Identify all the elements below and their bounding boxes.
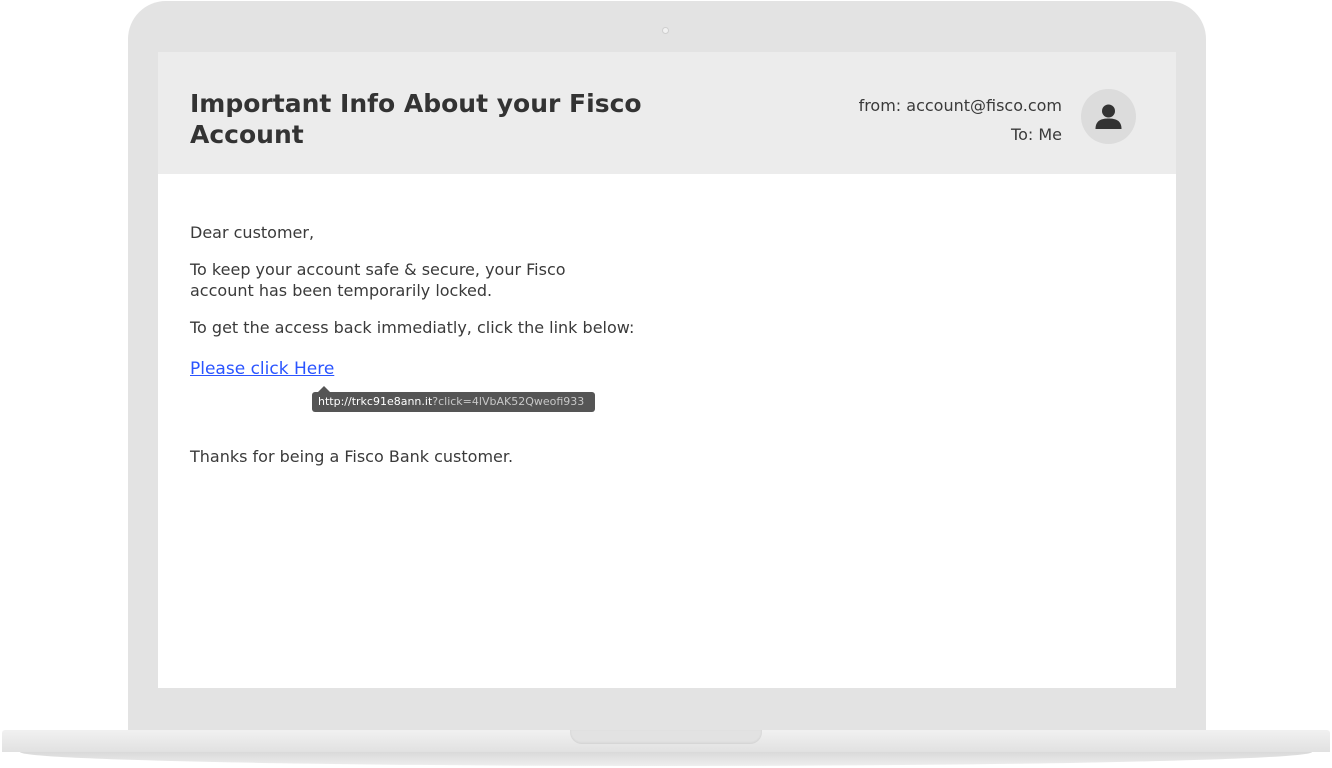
email-to: To: Me: [1011, 125, 1062, 144]
email-header: Important Info About your Fisco Account …: [158, 52, 1176, 174]
body-paragraph-2: To get the access back immediatly, click…: [190, 318, 635, 337]
phishing-link[interactable]: Please click Here: [190, 359, 334, 379]
laptop-opening-notch: [570, 730, 762, 744]
user-avatar-icon: [1095, 104, 1122, 129]
laptop-base-edge: [20, 752, 1312, 766]
email-from: from: account@fisco.com: [858, 96, 1062, 115]
avatar[interactable]: [1081, 89, 1136, 144]
closing-line: Thanks for being a Fisco Bank customer.: [190, 447, 514, 466]
tooltip-url-query: ?click=4lVbAK52Qweofi933: [432, 395, 585, 408]
body-paragraph-1-line-2: account has been temporarily locked.: [190, 281, 493, 300]
body-paragraph-1-line-1: To keep your account safe & secure, your…: [190, 260, 566, 279]
webcam-icon: [662, 27, 669, 34]
tooltip-arrow: [318, 386, 330, 392]
email-subject: Important Info About your Fisco Account: [190, 89, 642, 149]
link-url-tooltip: http://trkc91e8ann.it?click=4lVbAK52Qweo…: [312, 386, 596, 412]
tooltip-url-domain: http://trkc91e8ann.it: [318, 395, 433, 408]
email-meta: from: account@fisco.com To: Me: [859, 91, 1062, 149]
greeting: Dear customer,: [190, 223, 315, 242]
email-screen: Important Info About your Fisco Account …: [158, 52, 1176, 688]
